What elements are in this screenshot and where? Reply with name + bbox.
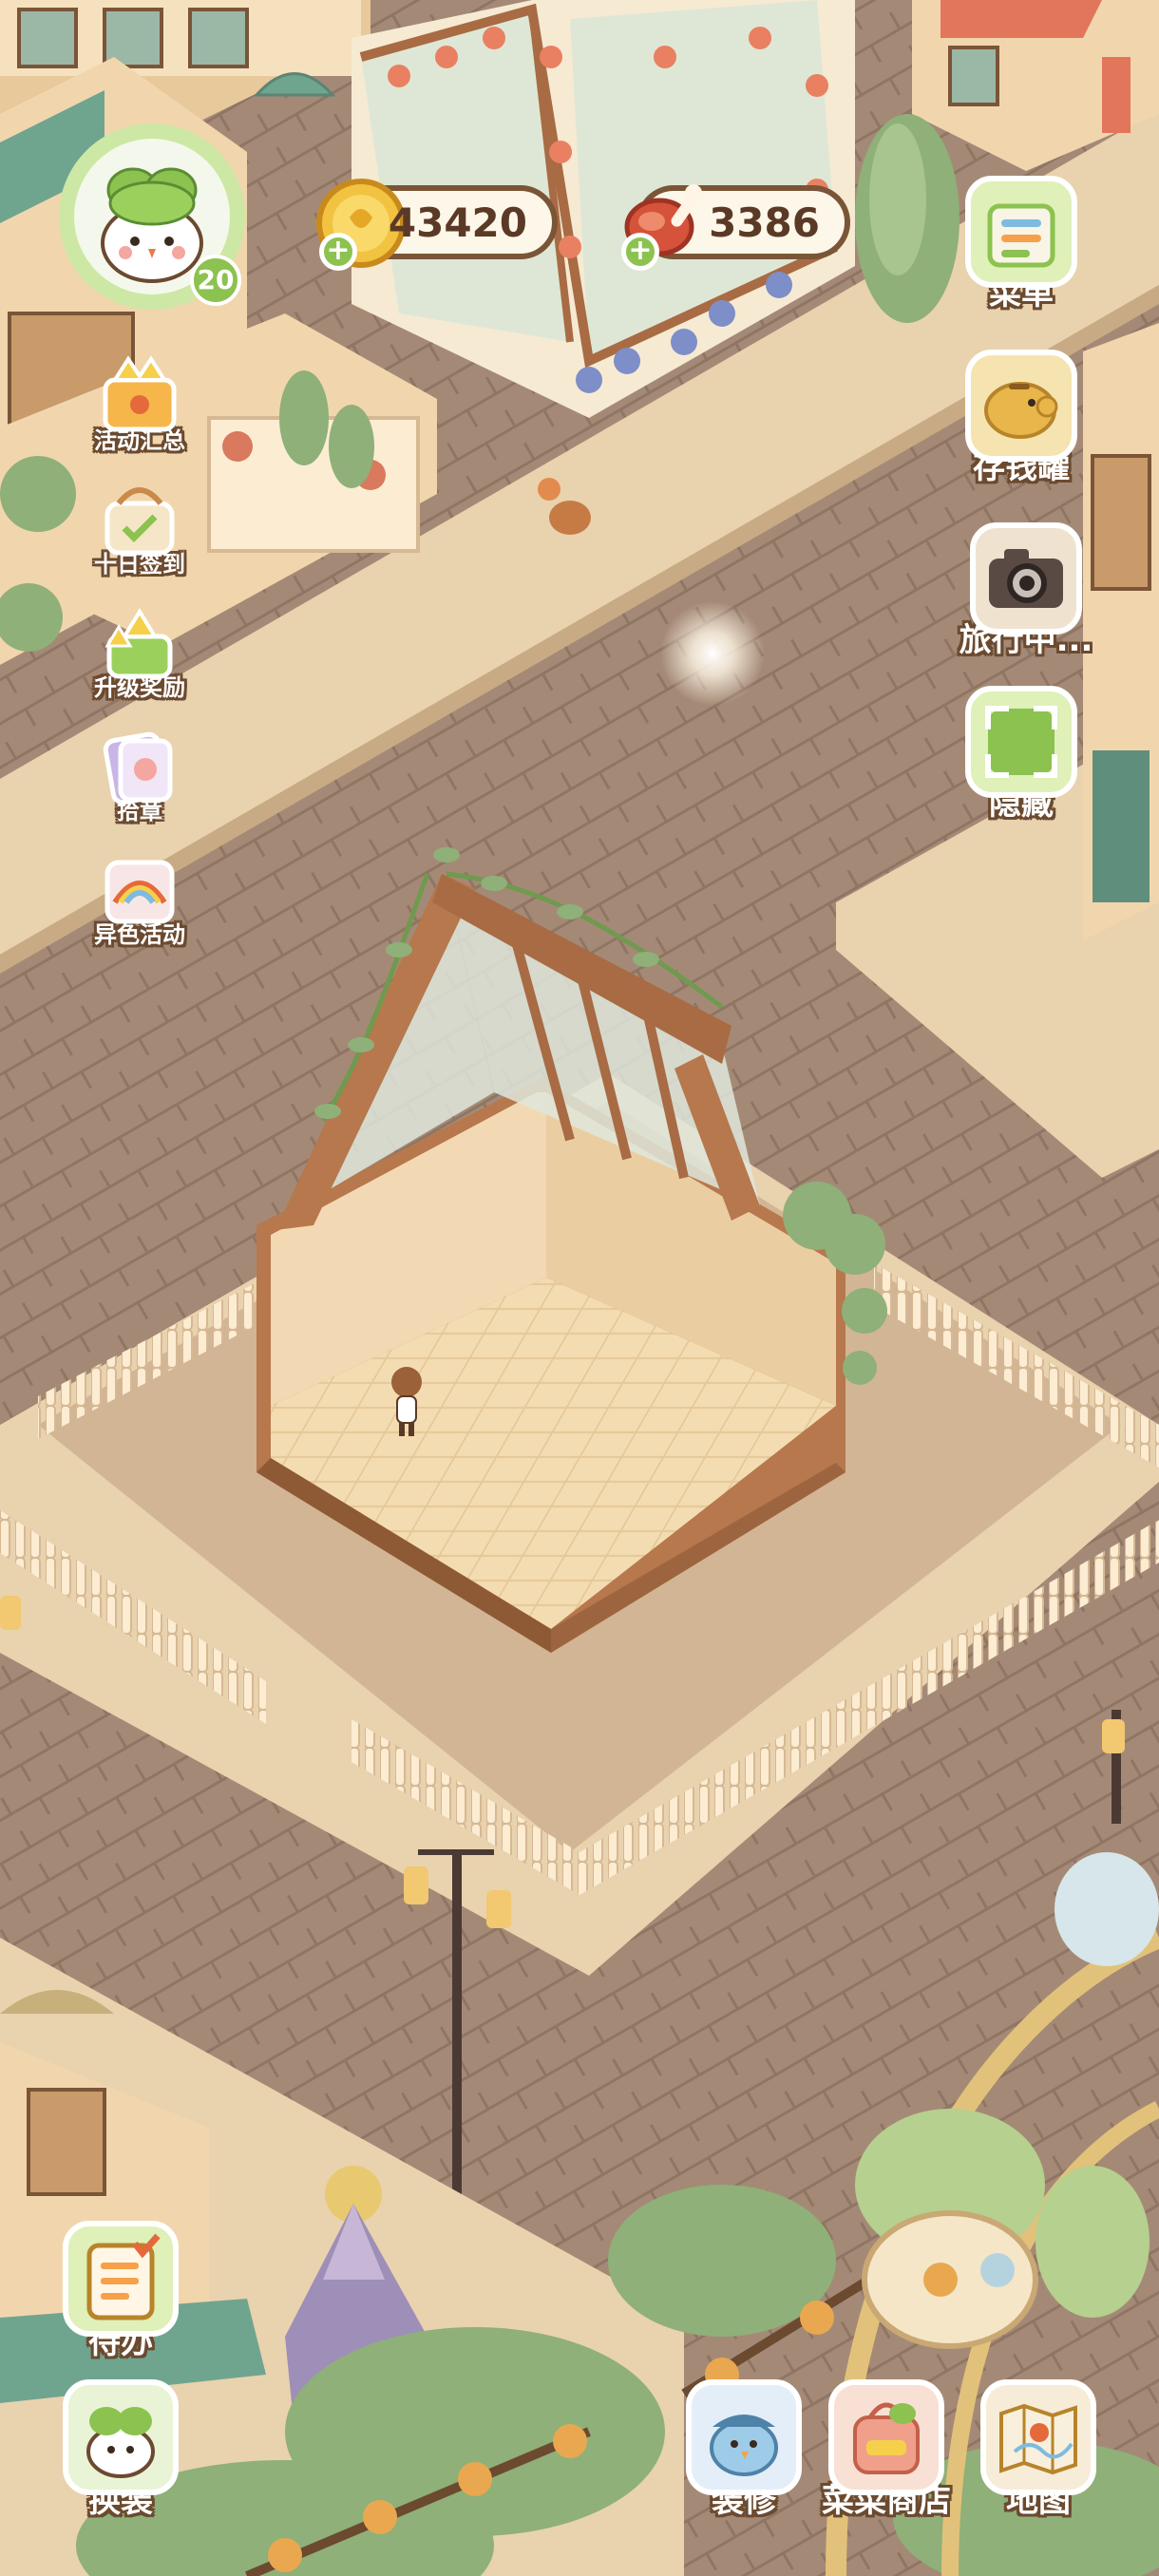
player-level-text: 20 — [197, 264, 235, 295]
crown-house-icon — [103, 355, 177, 432]
meat-amount: 3386 — [709, 199, 820, 246]
menu-list-icon — [965, 176, 1077, 288]
todo-button[interactable]: 待办 — [59, 2221, 182, 2362]
outfit-sprout-icon — [63, 2379, 179, 2495]
player-avatar[interactable]: 20 — [57, 122, 252, 316]
sparkle-effect — [660, 601, 765, 706]
travel-button[interactable]: 旅行中... — [955, 522, 1097, 660]
menu-button[interactable]: 菜单 — [955, 176, 1088, 313]
map-button[interactable]: 地图 — [977, 2379, 1100, 2521]
hide-button[interactable]: 隐藏 — [955, 686, 1088, 824]
sticker-button[interactable]: 拾章 — [87, 722, 192, 825]
shop-button[interactable]: 菜菜商店 — [815, 2379, 958, 2521]
camera-icon — [970, 522, 1082, 635]
sticker-pack-icon — [103, 731, 173, 805]
shiny-event-button[interactable]: 异色活动 — [87, 845, 192, 949]
renovate-button[interactable]: 装修 — [682, 2379, 806, 2521]
checkin-basket-icon — [104, 487, 175, 556]
level-reward-button[interactable]: 升级奖励 — [87, 598, 192, 702]
ten-day-checkin-button[interactable]: 十日签到 — [87, 475, 192, 578]
coin-amount: 43420 — [388, 199, 527, 246]
rainbow-card-icon — [104, 860, 175, 924]
renovate-bird-icon — [686, 2379, 802, 2495]
player-level-badge: 20 — [190, 255, 241, 306]
coin-counter[interactable]: + 43420 — [316, 179, 558, 271]
topiary-tree — [855, 114, 960, 323]
level-up-arrows-icon — [104, 608, 173, 679]
map-icon — [980, 2379, 1096, 2495]
meat-counter[interactable]: + 3386 — [621, 184, 850, 271]
piggy-bank-icon — [965, 350, 1077, 462]
event-summary-button[interactable]: 活动汇总 — [87, 351, 192, 455]
add-meat-button[interactable]: + — [621, 233, 659, 271]
hide-frame-icon — [965, 686, 1077, 798]
shop-backpack-icon — [828, 2379, 944, 2495]
add-coins-button[interactable]: + — [319, 233, 357, 271]
piggy-bank-button[interactable]: 存钱罐 — [955, 350, 1088, 487]
todo-clipboard-icon — [63, 2221, 179, 2337]
outfit-button[interactable]: 换装 — [59, 2379, 182, 2521]
